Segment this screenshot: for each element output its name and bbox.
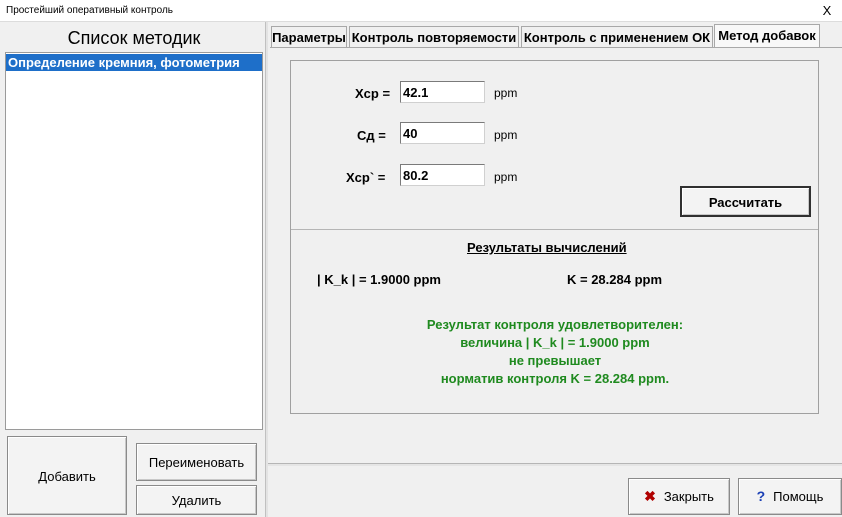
tab-repeatability[interactable]: Контроль повторяемости xyxy=(349,26,519,48)
xcp2-input[interactable] xyxy=(400,164,485,186)
methods-list[interactable]: Определение кремния, фотометрия xyxy=(5,52,263,430)
calculate-button[interactable]: Рассчитать xyxy=(680,186,811,217)
horizontal-splitter[interactable] xyxy=(268,463,842,466)
xcp-input[interactable] xyxy=(400,81,485,103)
methods-list-header: Список методик xyxy=(67,28,201,48)
xcp-unit: ppm xyxy=(494,86,518,100)
result-k: K = 28.284 ppm xyxy=(567,272,663,287)
tab-addition-method[interactable]: Метод добавок xyxy=(714,24,820,48)
tab-reference-control[interactable]: Контроль с применением ОК xyxy=(521,26,713,48)
conclusion-line: не превышает xyxy=(508,353,602,368)
result-kk: | K_k | = 1.9000 ppm xyxy=(317,272,441,287)
cd-label: Сд = xyxy=(357,128,386,143)
conclusion-line: Результат контроля удовлетворителен: xyxy=(426,317,684,332)
conclusion-line: величина | K_k | = 1.9000 ppm xyxy=(460,335,650,350)
xcp-label: Xср = xyxy=(355,86,391,101)
question-icon: ? xyxy=(756,488,766,504)
help-button[interactable]: ? Помощь xyxy=(738,478,842,515)
tab-underline xyxy=(270,47,842,48)
window-title: Простейший оперативный контроль xyxy=(6,5,173,16)
xcp2-unit: ppm xyxy=(494,170,518,184)
help-button-label: Помощь xyxy=(773,489,824,504)
list-item[interactable]: Определение кремния, фотометрия xyxy=(6,54,262,71)
close-button[interactable]: ✖ Закрыть xyxy=(628,478,730,515)
delete-button[interactable]: Удалить xyxy=(136,485,257,515)
rename-button[interactable]: Переименовать xyxy=(136,443,257,481)
window-close-button[interactable]: X xyxy=(816,2,838,20)
close-button-label: Закрыть xyxy=(663,489,714,504)
cd-input[interactable] xyxy=(400,122,485,144)
x-icon: ✖ xyxy=(644,488,656,504)
xcp2-label: Xср` = xyxy=(346,170,386,185)
panel-divider xyxy=(291,229,818,230)
add-button[interactable]: Добавить xyxy=(7,436,127,515)
conclusion-line: норматив контроля K = 28.284 ppm. xyxy=(440,371,670,386)
vertical-splitter[interactable] xyxy=(265,22,268,517)
control-conclusion: Результат контроля удовлетворителен: вел… xyxy=(410,316,700,388)
cd-unit: ppm xyxy=(494,128,518,142)
tab-parameters[interactable]: Параметры xyxy=(271,26,347,48)
results-title: Результаты вычислений xyxy=(467,240,627,255)
